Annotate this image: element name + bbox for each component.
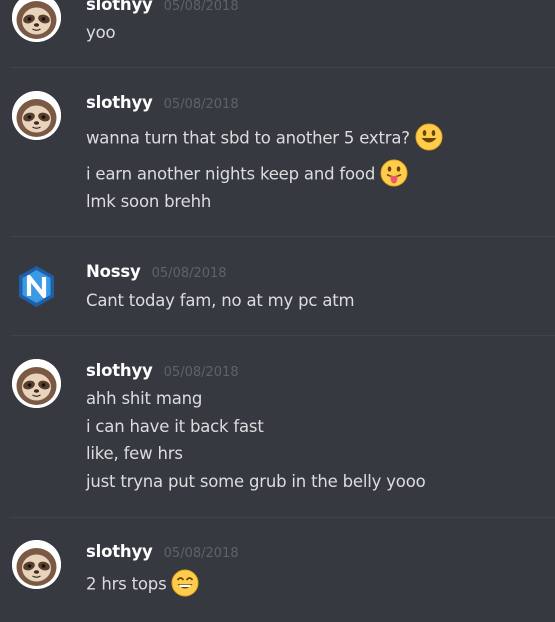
message-text: Cant today fam, no at my pc atm [86,291,355,310]
username[interactable]: slothyy [86,542,153,561]
message-divider [10,236,555,237]
sloth-avatar-icon[interactable] [12,91,61,140]
message-text: i can have it back fast [86,417,264,436]
message-text: i earn another nights keep and food [86,159,408,191]
message-text: like, few hrs [86,444,183,463]
timestamp: 05/08/2018 [151,266,227,281]
username[interactable]: slothyy [86,93,153,112]
grinning-emoji-icon [171,569,200,601]
message-text: wanna turn that sbd to another 5 extra? [86,123,443,155]
sloth-avatar-icon[interactable] [12,0,61,42]
message-text: just tryna put some grub in the belly yo… [86,472,426,491]
message-divider [10,67,555,68]
username[interactable]: slothyy [86,361,153,380]
timestamp: 05/08/2018 [163,0,239,14]
username[interactable]: Nossy [86,262,141,281]
timestamp: 05/08/2018 [163,97,239,112]
timestamp: 05/08/2018 [163,365,239,380]
sloth-avatar-icon[interactable] [12,359,61,408]
n-hexagon-avatar-icon[interactable] [12,262,61,311]
message-text: ahh shit mang [86,389,203,408]
sloth-avatar-icon[interactable] [12,540,61,589]
username[interactable]: slothyy [86,0,153,14]
tongue-out-emoji-icon [380,159,408,191]
timestamp: 05/08/2018 [163,546,239,561]
message-text: lmk soon brehh [86,192,212,211]
message-divider [10,517,555,518]
message-text-content: i earn another nights keep and food [86,164,376,184]
message-text-content: 2 hrs tops [86,574,167,594]
message-divider [10,335,555,336]
message-text: yoo [86,23,116,42]
smiley-emoji-icon [415,123,443,155]
message-text: 2 hrs tops [86,569,200,601]
message-text-content: wanna turn that sbd to another 5 extra? [86,128,410,148]
